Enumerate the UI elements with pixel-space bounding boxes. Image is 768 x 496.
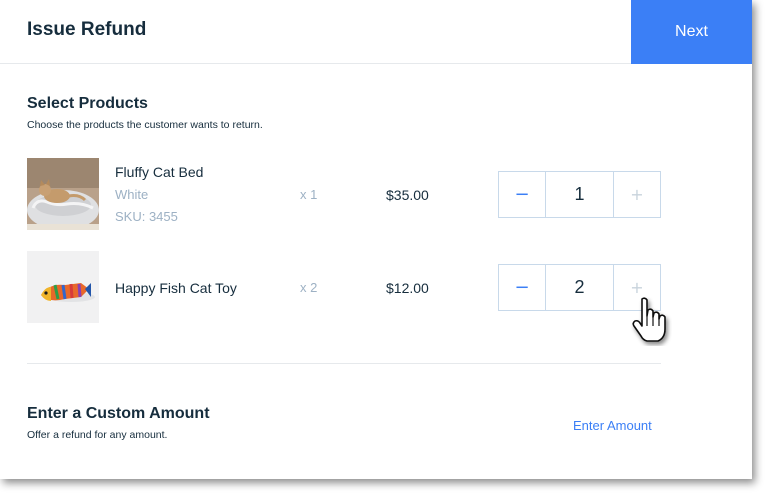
refund-quantity-value[interactable]: 2 <box>546 265 613 310</box>
product-price: $35.00 <box>386 187 429 203</box>
decrease-quantity-button[interactable]: − <box>499 172 546 217</box>
minus-icon: − <box>514 184 530 205</box>
product-name: Happy Fish Cat Toy <box>115 280 237 296</box>
plus-icon: + <box>630 185 644 204</box>
refund-quantity-value[interactable]: 1 <box>546 172 613 217</box>
product-image-fish-toy <box>27 251 99 323</box>
next-button[interactable]: Next <box>631 0 752 64</box>
enter-amount-link[interactable]: Enter Amount <box>573 418 652 433</box>
product-name: Fluffy Cat Bed <box>115 164 204 180</box>
increase-quantity-button[interactable]: + <box>613 172 660 217</box>
custom-amount-title: Enter a Custom Amount <box>27 405 210 422</box>
refund-panel: Issue Refund Next Select Products Choose… <box>0 0 752 479</box>
select-products-title: Select Products <box>27 95 148 112</box>
header: Issue Refund Next <box>0 0 752 64</box>
page-title: Issue Refund <box>27 19 147 40</box>
product-quantity: x 1 <box>300 187 318 202</box>
decrease-quantity-button[interactable]: − <box>499 265 546 310</box>
minus-icon: − <box>514 277 530 298</box>
plus-icon: + <box>630 278 644 297</box>
custom-amount-subtitle: Offer a refund for any amount. <box>27 429 168 441</box>
product-image-cat-bed <box>27 158 99 230</box>
product-sku: SKU: 3455 <box>115 209 178 224</box>
refund-quantity-stepper: − 1 + <box>498 171 661 218</box>
divider <box>27 363 661 364</box>
product-variant: White <box>115 187 149 202</box>
hand-cursor-icon <box>628 296 672 346</box>
product-price: $12.00 <box>386 280 429 296</box>
product-quantity: x 2 <box>300 280 318 295</box>
select-products-subtitle: Choose the products the customer wants t… <box>27 119 263 131</box>
